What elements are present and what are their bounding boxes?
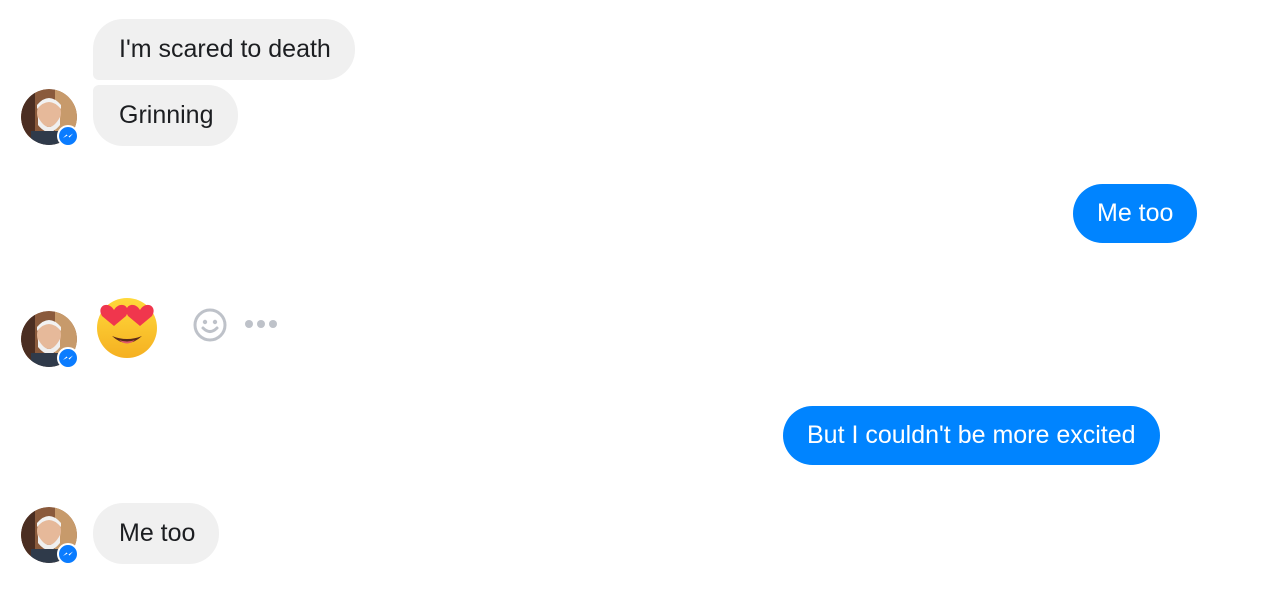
messenger-badge-icon [57, 125, 79, 147]
chat-thread: I'm scared to death Grinning Me too But … [0, 0, 1266, 590]
contact-avatar[interactable] [21, 89, 79, 147]
message-bubble-incoming[interactable]: Grinning [93, 85, 238, 146]
message-bubble-outgoing[interactable]: Me too [1073, 184, 1198, 243]
smiley-react-icon[interactable] [192, 307, 228, 343]
message-bubble-incoming[interactable]: Me too [93, 503, 220, 564]
message-bubble-outgoing[interactable]: But I couldn't be more excited [783, 406, 1160, 465]
messenger-badge-icon [57, 543, 79, 565]
contact-avatar[interactable] [21, 311, 79, 369]
messenger-badge-icon [57, 347, 79, 369]
heart-eyes-emoji-icon[interactable] [92, 290, 162, 360]
more-options-icon[interactable] [243, 318, 279, 330]
contact-avatar[interactable] [21, 507, 79, 565]
message-bubble-incoming[interactable]: I'm scared to death [93, 19, 355, 80]
